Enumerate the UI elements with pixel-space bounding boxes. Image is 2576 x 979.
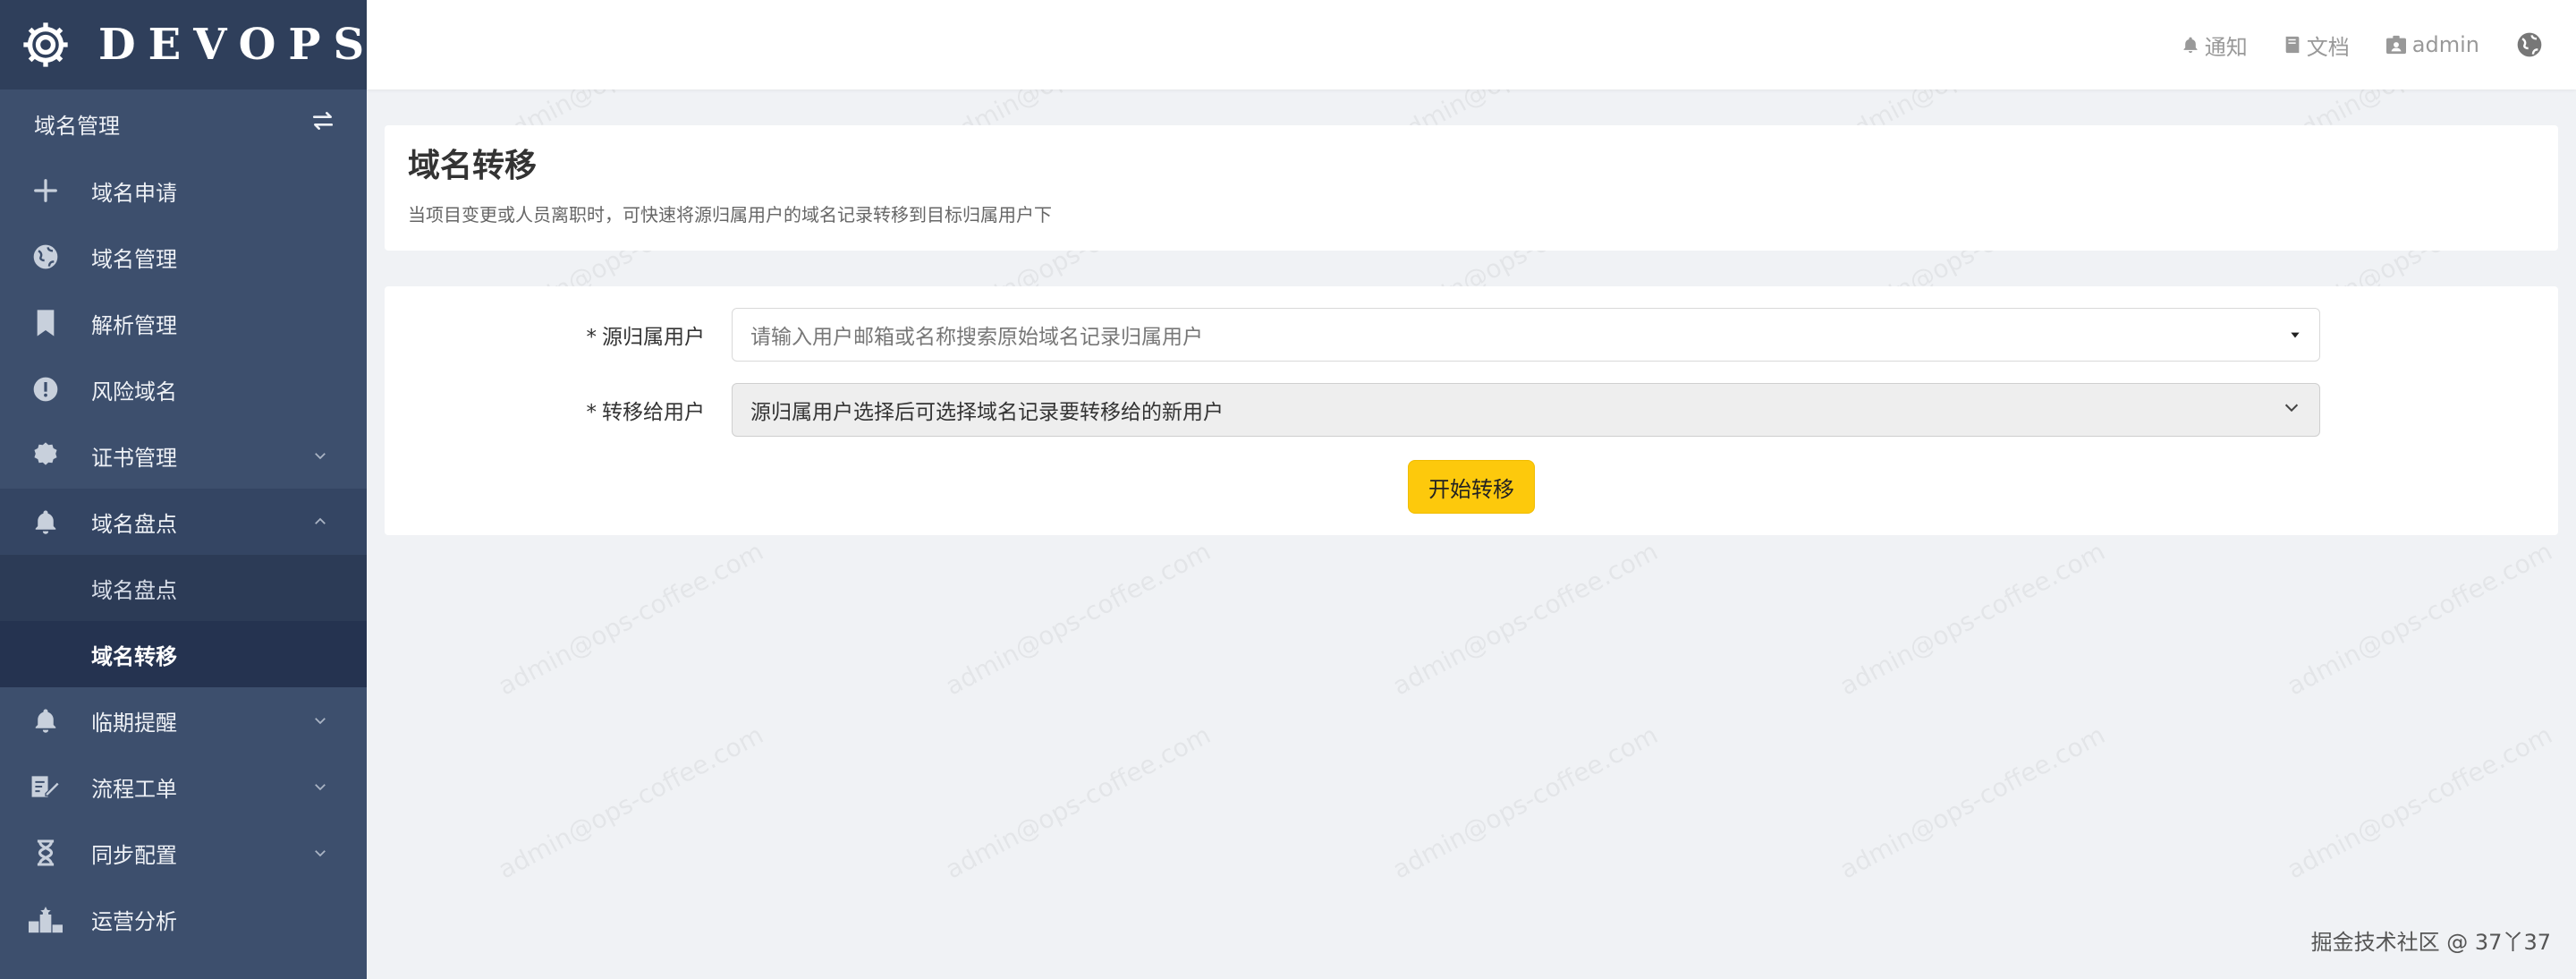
target-user-label: * 转移给用户 [385, 395, 732, 425]
page-description: 当项目变更或人员离职时，可快速将源归属用户的域名记录转移到目标归属用户下 [408, 204, 1052, 226]
source-user-label-text: 源归属用户 [602, 326, 705, 349]
source-user-search[interactable]: 请输入用户邮箱或名称搜索原始域名记录归属用户 [732, 308, 2320, 362]
bell-icon [2183, 37, 2198, 54]
globe-icon [2517, 32, 2542, 57]
sidebar-item-expiry-reminder[interactable]: 临期提醒 [0, 687, 367, 753]
sidebar-item-label: 同步配置 [91, 842, 177, 868]
transfer-form-card: * 源归属用户 请输入用户邮箱或名称搜索原始域名记录归属用户 * 转移给用户 源归属… [385, 286, 2558, 535]
hourglass-icon [27, 834, 64, 872]
user-menu[interactable]: admin [2385, 32, 2479, 57]
chevron-down-icon [309, 842, 331, 864]
user-label: admin [2411, 32, 2479, 57]
sidebar-subitem-domain-transfer[interactable]: 域名转移 [0, 621, 367, 687]
watermark-text: admin@ops-coffee.com [1835, 536, 2110, 702]
sidebar-item-domain-manage[interactable]: 域名管理 [0, 224, 367, 290]
watermark-text: admin@ops-coffee.com [2282, 536, 2557, 702]
sidebar-item-risk-domain[interactable]: 风险域名 [0, 356, 367, 422]
target-user-row: * 转移给用户 源归属用户选择后可选择域名记录要转移给的新用户 [385, 383, 2558, 437]
watermark-text: admin@ops-coffee.com [493, 719, 768, 885]
bookmark-icon [27, 304, 64, 342]
alert-circle-icon [27, 370, 64, 408]
sidebar-item-label: 域名申请 [91, 180, 177, 206]
source-user-label: * 源归属用户 [385, 319, 732, 350]
top-header: 通知 文档 admin [367, 0, 2576, 89]
sidebar-item-label: 风险域名 [91, 379, 177, 404]
sidebar-subitem-domain-inventory[interactable]: 域名盘点 [0, 555, 367, 621]
target-user-placeholder: 源归属用户选择后可选择域名记录要转移给的新用户 [750, 401, 1224, 424]
sidebar-item-label: 运营分析 [91, 908, 177, 934]
podium-icon [27, 900, 64, 938]
swap-icon[interactable] [311, 109, 335, 138]
sidebar-item-dns-manage[interactable]: 解析管理 [0, 290, 367, 356]
chevron-down-icon [309, 710, 331, 731]
required-mark: * [586, 401, 597, 424]
sidebar-section-title: 域名管理 [34, 113, 120, 139]
watermark-text: admin@ops-coffee.com [493, 536, 768, 702]
chevron-down-icon [309, 776, 331, 797]
gear-icon [20, 18, 72, 72]
sidebar-section-header[interactable]: 域名管理 [0, 89, 367, 157]
docs-link[interactable]: 文档 [2284, 30, 2350, 61]
watermark-text: admin@ops-coffee.com [940, 536, 1216, 702]
bell-icon [27, 702, 64, 739]
sidebar-item-cert-manage[interactable]: 证书管理 [0, 422, 367, 489]
required-mark: * [586, 326, 597, 349]
sidebar: DEVOPS 域名管理 域名申请 域名管理 解析管理 风险域名 证书管理 域名盘… [0, 0, 367, 979]
page-title: 域名转移 [408, 148, 538, 184]
target-user-select[interactable]: 源归属用户选择后可选择域名记录要转移给的新用户 [732, 383, 2320, 437]
bell-icon [27, 503, 64, 541]
notify-label: 通知 [2204, 34, 2248, 60]
brand: DEVOPS [0, 0, 367, 89]
footer-watermark-credit: 掘金技术社区 @ 37丫37 [2310, 930, 2551, 955]
book-icon [2285, 36, 2300, 54]
plus-icon [27, 172, 64, 209]
source-user-placeholder: 请输入用户邮箱或名称搜索原始域名记录归属用户 [750, 326, 1203, 349]
edit-document-icon [27, 768, 64, 805]
caret-down-icon [2289, 323, 2301, 346]
watermark-text: admin@ops-coffee.com [1835, 719, 2110, 885]
sidebar-item-domain-inventory[interactable]: 域名盘点 [0, 489, 367, 555]
language-switch[interactable] [2515, 30, 2549, 59]
sidebar-item-label: 域名管理 [91, 246, 177, 272]
watermark-text: admin@ops-coffee.com [2282, 719, 2557, 885]
sidebar-item-label: 域名盘点 [91, 511, 177, 537]
sidebar-item-label: 流程工单 [91, 776, 177, 802]
sidebar-item-sync-config[interactable]: 同步配置 [0, 820, 367, 886]
page-header-card: 域名转移 当项目变更或人员离职时，可快速将源归属用户的域名记录转移到目标归属用户… [385, 125, 2558, 251]
brand-name: DEVOPS [98, 20, 377, 70]
sidebar-item-workflow-ticket[interactable]: 流程工单 [0, 753, 367, 820]
sidebar-item-label: 临期提醒 [91, 710, 177, 736]
chevron-down-icon [309, 445, 331, 466]
globe-icon [27, 238, 64, 276]
watermark-text: admin@ops-coffee.com [1387, 719, 1663, 885]
sidebar-item-label: 证书管理 [91, 445, 177, 471]
docs-label: 文档 [2306, 34, 2350, 60]
submenu-domain-inventory: 域名盘点 域名转移 [0, 555, 367, 687]
target-user-label-text: 转移给用户 [602, 401, 705, 424]
chevron-up-icon [309, 511, 331, 532]
notify-link[interactable]: 通知 [2182, 30, 2248, 61]
watermark-text: admin@ops-coffee.com [1387, 536, 1663, 702]
sidebar-item-label: 解析管理 [91, 312, 177, 338]
certificate-icon [27, 437, 64, 474]
source-user-row: * 源归属用户 请输入用户邮箱或名称搜索原始域名记录归属用户 [385, 308, 2558, 362]
sidebar-item-domain-apply[interactable]: 域名申请 [0, 157, 367, 224]
watermark-text: admin@ops-coffee.com [940, 719, 1216, 885]
chevron-down-icon [2282, 397, 2301, 422]
sidebar-item-ops-analysis[interactable]: 运营分析 [0, 886, 367, 952]
id-badge-icon [2385, 35, 2406, 55]
start-transfer-button[interactable]: 开始转移 [1408, 460, 1535, 514]
